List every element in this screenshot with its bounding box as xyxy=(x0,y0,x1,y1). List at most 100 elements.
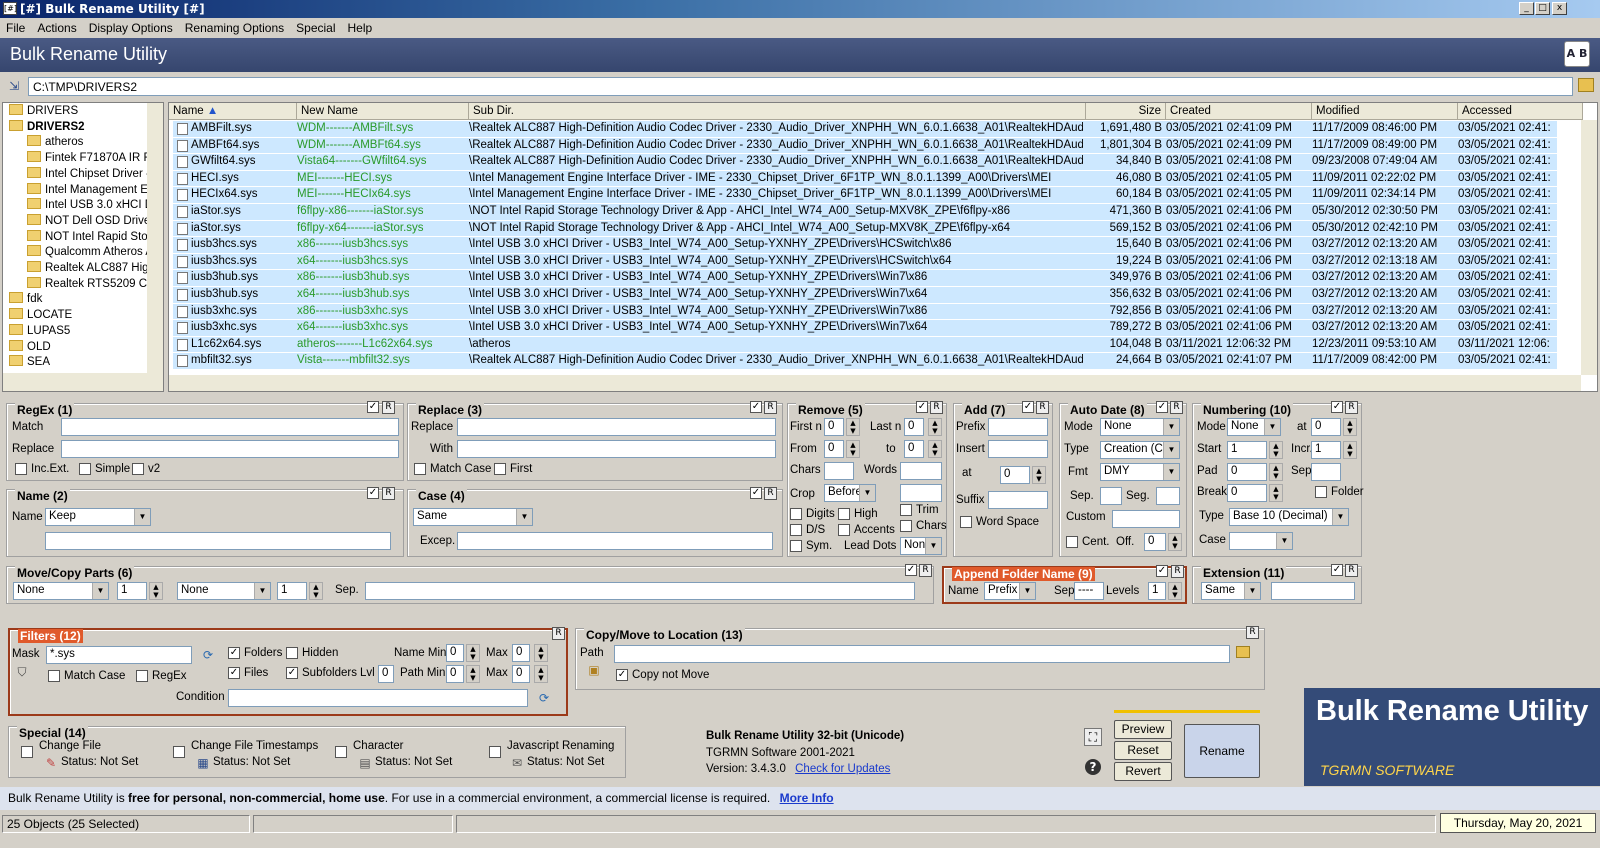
tree-vscroll[interactable] xyxy=(147,103,163,373)
col-size[interactable]: Size xyxy=(1086,103,1166,120)
tree-item[interactable]: OLD xyxy=(9,339,51,355)
name-input[interactable] xyxy=(45,532,391,550)
folder-tree[interactable]: DRIVERS DRIVERS2 atheros Fintek F71870A IR … xyxy=(2,102,164,392)
pad-input[interactable]: 0 xyxy=(1227,463,1267,481)
tree-item[interactable]: DRIVERS2 xyxy=(9,119,85,135)
add-at-input[interactable]: 0 xyxy=(1000,466,1030,484)
preview-button[interactable]: Preview xyxy=(1114,720,1172,739)
col-subdir[interactable]: Sub Dir. xyxy=(469,103,1086,120)
menu-help[interactable]: Help xyxy=(342,18,379,35)
ds-checkbox[interactable] xyxy=(790,524,802,536)
rename-button[interactable]: Rename xyxy=(1184,724,1260,778)
copynotmove-checkbox[interactable]: ✓ xyxy=(616,669,628,681)
filter-icon[interactable]: ⛉ xyxy=(14,664,30,680)
files-checkbox[interactable]: ✓ xyxy=(228,667,240,679)
tree-item[interactable]: fdk xyxy=(9,291,42,307)
file-list-vscroll[interactable] xyxy=(1581,120,1597,375)
tree-item[interactable]: SEA xyxy=(9,354,50,370)
trim-checkbox[interactable] xyxy=(900,504,912,516)
appendfolder-name-select[interactable]: Prefix xyxy=(984,582,1036,600)
add-enable-checkbox[interactable]: ✓ xyxy=(1022,401,1034,413)
start-spin[interactable]: ▲ ▼ xyxy=(1269,441,1283,459)
fmt-select[interactable]: DMY xyxy=(1100,463,1180,481)
maximize-button[interactable]: □ xyxy=(1535,2,1550,15)
changefile-icon[interactable]: ✎ xyxy=(43,755,59,771)
file-list[interactable]: Name ▲ New Name Sub Dir. Size Created Mo… xyxy=(168,102,1598,392)
file-row[interactable]: L1c62x64.sys atheros-------L1c62x64.sys \a… xyxy=(173,336,1557,354)
timestamps-checkbox[interactable] xyxy=(173,746,185,758)
off-spin[interactable]: ▲ ▼ xyxy=(1168,533,1182,551)
with-input[interactable] xyxy=(457,440,776,458)
file-row[interactable]: iusb3xhc.sys x86-------iusb3xhc.sys \Intel… xyxy=(173,303,1557,321)
moveparts-select1[interactable]: None xyxy=(13,582,109,600)
timestamps-icon[interactable]: ▦ xyxy=(195,755,211,771)
autodate-enable-checkbox[interactable]: ✓ xyxy=(1156,401,1168,413)
insert-input[interactable] xyxy=(988,440,1048,458)
expand-icon[interactable]: ⛶ xyxy=(1084,728,1102,746)
tree-item[interactable]: NOT Dell OSD Driver [t xyxy=(27,213,163,229)
break-input[interactable]: 0 xyxy=(1227,484,1267,502)
file-row[interactable]: iaStor.sys f6flpy-x86-------iaStor.sys \NO… xyxy=(173,204,1557,221)
lastn-spin[interactable]: ▲ ▼ xyxy=(928,418,942,436)
subfolders-checkbox[interactable]: ✓ xyxy=(286,667,298,679)
leaddots-select[interactable]: None xyxy=(900,537,942,555)
chars-input[interactable] xyxy=(824,462,854,480)
reset-button[interactable]: Reset xyxy=(1114,741,1172,760)
to-spin[interactable]: ▲ ▼ xyxy=(928,440,942,458)
changefile-checkbox[interactable] xyxy=(21,746,33,758)
accents-checkbox[interactable] xyxy=(838,524,850,536)
numbering-sep-input[interactable] xyxy=(1311,463,1341,481)
tree-item[interactable]: Fintek F71870A IR Rece xyxy=(27,150,163,166)
replace-input[interactable] xyxy=(457,418,776,436)
namemin-spin[interactable]: ▲ ▼ xyxy=(466,644,480,662)
menu-file[interactable]: File xyxy=(0,18,31,35)
path-input[interactable]: C:\TMP\DRIVERS2 xyxy=(28,77,1573,96)
max2-input[interactable]: 0 xyxy=(512,665,530,683)
pathmin-spin[interactable]: ▲ ▼ xyxy=(466,665,480,683)
col-name[interactable]: Name ▲ xyxy=(169,103,297,120)
mask-input[interactable]: *.sys xyxy=(46,646,192,664)
suffix-input[interactable] xyxy=(988,491,1048,509)
file-row[interactable]: iusb3hub.sys x64-------iusb3hub.sys \Intel… xyxy=(173,287,1557,304)
refresh-icon[interactable]: ⟳ xyxy=(200,647,216,663)
crop-input[interactable] xyxy=(900,484,942,502)
start-input[interactable]: 1 xyxy=(1227,441,1267,459)
autodate-sep-input[interactable] xyxy=(1100,487,1122,505)
numbering-case-select[interactable] xyxy=(1229,532,1293,550)
firstn-input[interactable]: 0 xyxy=(824,418,844,436)
moveparts-spin1[interactable]: ▲ ▼ xyxy=(149,582,163,600)
tree-item[interactable]: Realtek ALC887 High-De xyxy=(27,260,163,276)
incr-spin[interactable]: ▲ ▼ xyxy=(1343,441,1357,459)
moveparts-enable-checkbox[interactable]: ✓ xyxy=(905,564,917,576)
close-button[interactable]: x xyxy=(1552,2,1567,15)
tree-item[interactable]: Intel Management Engin xyxy=(27,182,163,198)
replace-first-checkbox[interactable] xyxy=(494,463,506,475)
tree-item[interactable]: DRIVERS xyxy=(9,103,78,119)
check-updates-link[interactable]: Check for Updates xyxy=(795,763,890,775)
incext-checkbox[interactable] xyxy=(15,463,27,475)
namemin-input[interactable]: 0 xyxy=(446,644,464,662)
from-input[interactable]: 0 xyxy=(824,440,844,458)
pathmin-input[interactable]: 0 xyxy=(446,665,464,683)
to-input[interactable]: 0 xyxy=(904,440,924,458)
copymove-reset-button[interactable]: R xyxy=(1246,626,1259,639)
simple-checkbox[interactable] xyxy=(79,463,91,475)
max2-spin[interactable]: ▲ ▼ xyxy=(534,665,548,683)
custom-input[interactable] xyxy=(1112,510,1180,528)
tree-item[interactable]: atheros xyxy=(27,134,83,150)
seg-input[interactable] xyxy=(1156,487,1180,505)
file-list-hscroll[interactable] xyxy=(169,375,1581,391)
add-reset-button[interactable]: R xyxy=(1036,401,1049,414)
lastn-input[interactable]: 0 xyxy=(904,418,924,436)
appendfolder-sep-input[interactable]: ---- xyxy=(1074,582,1104,600)
path-pin-icon[interactable]: ⇲ xyxy=(6,78,22,94)
tree-item[interactable]: LUPAS5 xyxy=(9,323,70,339)
extension-select[interactable]: Same xyxy=(1201,582,1261,600)
firstn-spin[interactable]: ▲ ▼ xyxy=(846,418,860,436)
file-row[interactable]: AMBFilt.sys WDM-------AMBFilt.sys \Realtek… xyxy=(173,121,1557,138)
extension-enable-checkbox[interactable]: ✓ xyxy=(1331,564,1343,576)
condition-refresh-icon[interactable]: ⟳ xyxy=(536,690,552,706)
numbering-enable-checkbox[interactable]: ✓ xyxy=(1331,401,1343,413)
extension-input[interactable] xyxy=(1271,582,1355,600)
regex-match-input[interactable] xyxy=(61,418,399,436)
